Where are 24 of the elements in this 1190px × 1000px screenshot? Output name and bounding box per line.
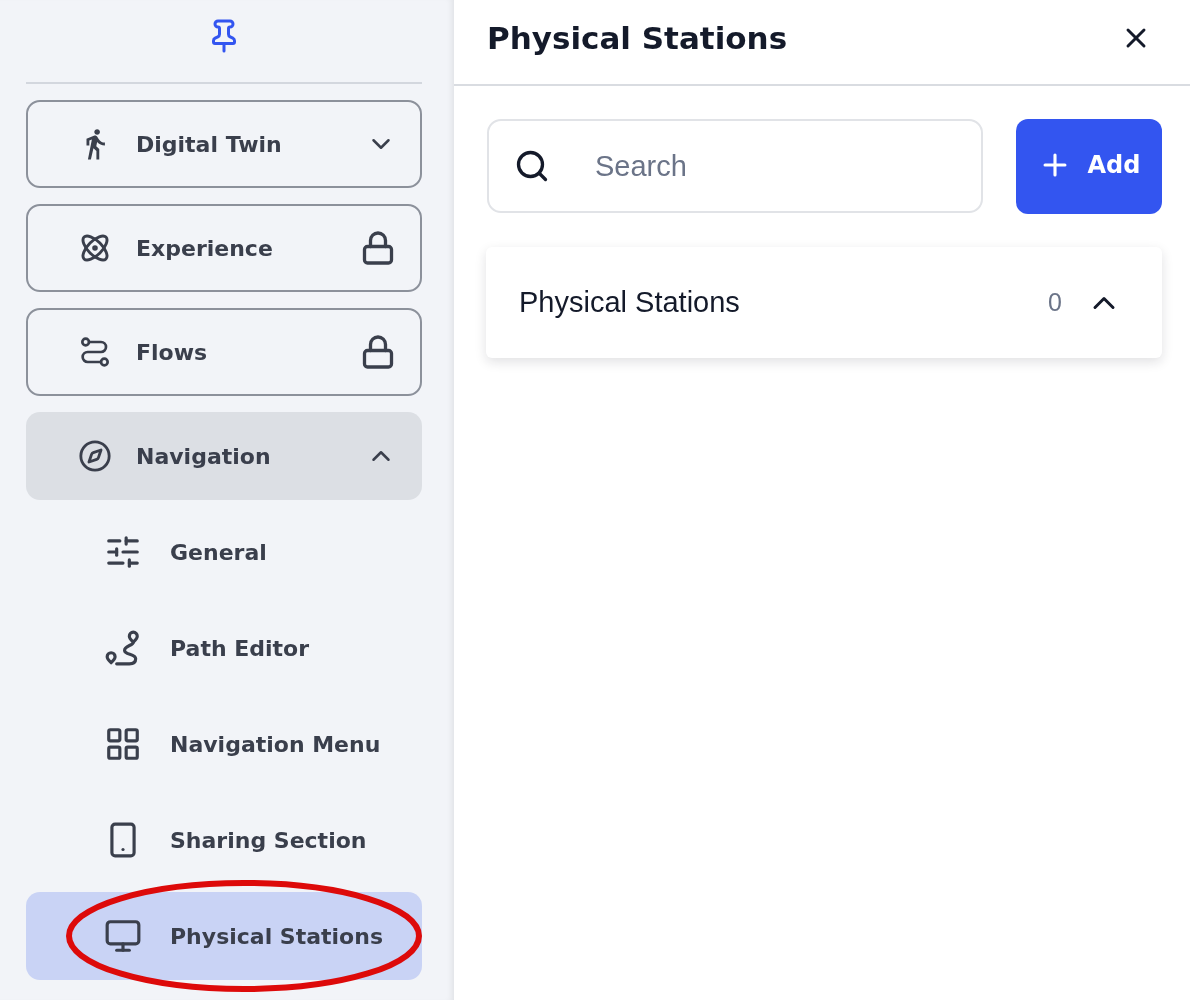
section-title: Physical Stations [519, 286, 740, 319]
search-field[interactable]: Search [487, 119, 983, 213]
menu-item[interactable]: Digital Twin [26, 100, 422, 188]
menu-item[interactable]: Navigation [26, 412, 422, 500]
submenu-item[interactable]: Sharing Section [26, 796, 422, 884]
compass-icon [78, 439, 112, 473]
submenu-item[interactable]: Path Editor [26, 604, 422, 692]
menu-item[interactable]: Flows [26, 308, 422, 396]
item-count: 0 [1048, 288, 1062, 317]
route-icon [79, 336, 111, 368]
atom-icon [79, 232, 111, 264]
lock-icon [360, 230, 396, 266]
submenu-item[interactable]: General [26, 508, 422, 596]
sliders-icon [104, 533, 142, 571]
lock-icon [360, 334, 396, 370]
grid-icon [104, 725, 142, 763]
monitor-icon [104, 917, 142, 955]
menu-item[interactable]: Experience [26, 204, 422, 292]
path-icon [104, 629, 142, 667]
submenu-item[interactable]: Navigation Menu [26, 700, 422, 788]
panel-title: Physical Stations [487, 20, 788, 56]
add-button[interactable]: Add [1016, 119, 1162, 214]
search-icon [514, 148, 550, 184]
submenu-item[interactable]: Physical Stations [26, 892, 422, 980]
